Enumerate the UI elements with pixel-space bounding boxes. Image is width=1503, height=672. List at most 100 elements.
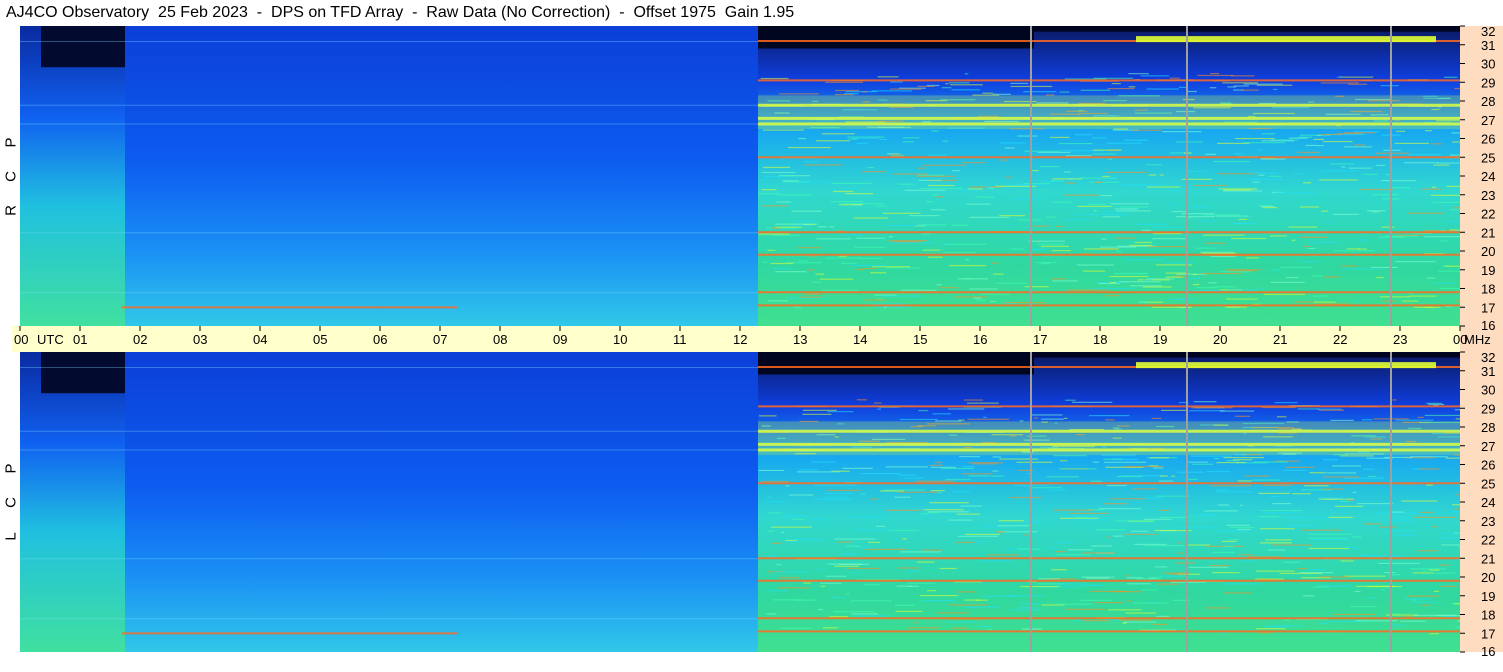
noise-speckle	[1065, 155, 1092, 157]
noise-speckle	[1053, 455, 1087, 457]
noise-speckle	[1433, 201, 1460, 204]
noise-speckle	[1056, 583, 1088, 585]
noise-speckle	[889, 154, 902, 156]
noise-speckle	[1317, 408, 1342, 410]
noise-speckle	[1077, 205, 1112, 208]
noise-speckle	[893, 241, 922, 243]
noise-speckle	[1142, 229, 1152, 232]
noise-speckle	[1413, 516, 1455, 518]
noise-speckle	[1222, 82, 1258, 84]
noise-speckle	[1127, 583, 1151, 585]
noise-speckle	[1339, 500, 1350, 502]
noise-speckle	[1204, 510, 1239, 512]
noise-speckle	[767, 300, 789, 302]
noise-speckle	[1336, 76, 1342, 78]
noise-speckle	[1210, 73, 1220, 75]
noise-speckle	[1109, 275, 1149, 278]
noise-speckle	[973, 456, 979, 458]
noise-speckle	[1226, 524, 1250, 526]
noise-speckle	[1114, 208, 1138, 210]
noise-speckle	[916, 561, 935, 563]
noise-speckle	[1384, 530, 1415, 532]
noise-speckle	[1038, 578, 1060, 580]
noise-speckle	[1309, 241, 1340, 244]
noise-speckle	[1202, 214, 1240, 216]
noise-speckle	[1260, 205, 1275, 208]
noise-speckle	[1116, 250, 1122, 252]
noise-speckle	[1125, 612, 1156, 614]
noise-speckle	[1138, 301, 1148, 303]
noise-speckle	[1313, 295, 1328, 297]
noise-speckle	[860, 473, 901, 475]
noise-speckle	[966, 402, 999, 404]
noise-speckle	[975, 599, 988, 601]
noise-speckle	[1248, 172, 1276, 174]
noise-speckle	[1221, 540, 1237, 543]
noise-speckle	[1452, 141, 1460, 143]
noise-speckle	[892, 173, 929, 175]
noise-speckle	[917, 85, 935, 87]
noise-speckle	[1123, 621, 1157, 623]
noise-speckle	[1401, 500, 1438, 502]
noise-speckle	[1148, 174, 1157, 176]
noise-speckle	[914, 622, 919, 624]
noise-speckle	[1045, 216, 1056, 218]
noise-speckle	[1064, 194, 1100, 196]
noise-speckle	[955, 541, 975, 543]
noise-speckle	[1368, 475, 1377, 478]
noise-speckle	[1241, 89, 1259, 91]
rfi-band	[758, 405, 1460, 408]
noise-speckle	[1380, 180, 1417, 182]
noise-speckle	[1212, 551, 1235, 554]
noise-speckle	[1057, 585, 1061, 587]
noise-speckle	[1238, 554, 1254, 556]
noise-speckle	[1187, 289, 1224, 292]
noise-speckle	[960, 505, 983, 507]
noise-speckle	[1320, 133, 1343, 136]
noise-speckle	[1091, 137, 1106, 139]
noise-speckle	[979, 560, 1012, 562]
noise-speckle	[871, 90, 913, 92]
rcp-letter-p: P	[2, 137, 20, 148]
noise-speckle	[1193, 184, 1228, 187]
noise-speckle	[1307, 247, 1316, 250]
noise-speckle	[1454, 494, 1460, 496]
noise-speckle	[852, 615, 892, 617]
noise-speckle	[1303, 595, 1315, 597]
noise-speckle	[979, 293, 1010, 295]
noise-speckle	[1421, 188, 1443, 190]
noise-speckle	[1312, 275, 1323, 277]
noise-speckle	[1161, 575, 1183, 577]
noise-speckle	[1404, 162, 1439, 164]
noise-speckle	[1199, 251, 1234, 253]
noise-speckle	[763, 261, 768, 264]
early-dark-cap	[41, 26, 125, 68]
noise-speckle	[823, 496, 848, 499]
noise-speckle	[931, 130, 939, 132]
noise-speckle	[1344, 477, 1384, 479]
noise-speckle	[897, 567, 921, 569]
noise-speckle	[1364, 555, 1403, 557]
noise-speckle	[1376, 276, 1384, 279]
noise-speckle	[1446, 198, 1451, 201]
noise-speckle	[791, 210, 822, 212]
noise-speckle	[879, 490, 904, 492]
noise-speckle	[776, 587, 811, 589]
noise-speckle	[999, 458, 1038, 460]
noise-speckle	[1117, 475, 1143, 478]
noise-speckle	[1305, 144, 1317, 147]
noise-speckle	[870, 498, 878, 500]
noise-speckle	[1122, 465, 1164, 468]
noise-speckle	[1263, 293, 1306, 296]
noise-speckle	[1301, 529, 1342, 531]
noise-speckle	[1064, 417, 1068, 419]
noise-speckle	[874, 205, 887, 207]
noise-speckle	[820, 585, 826, 587]
noise-speckle	[1083, 584, 1096, 586]
early-dark-cap	[41, 352, 125, 394]
noise-speckle	[829, 226, 835, 228]
noise-speckle	[1017, 548, 1041, 550]
noise-speckle	[1413, 306, 1434, 308]
noise-speckle	[1099, 508, 1141, 510]
noise-speckle	[1258, 204, 1273, 207]
